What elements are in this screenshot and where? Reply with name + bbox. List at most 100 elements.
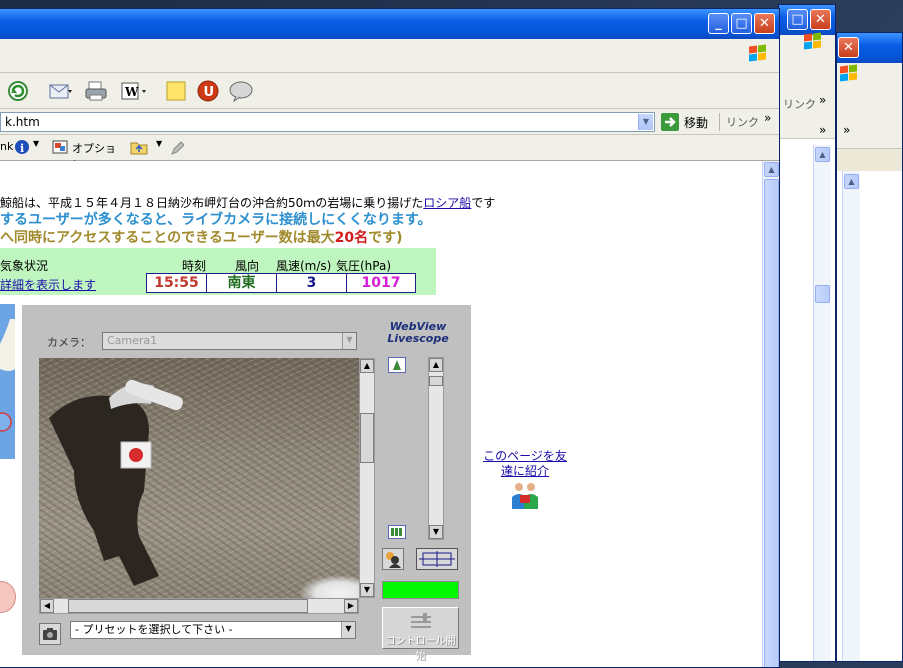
address-input[interactable]: k.htm ▼: [0, 112, 655, 132]
camera-select[interactable]: Camera1 ▼: [102, 332, 357, 350]
scroll-up-button[interactable]: ▲: [844, 174, 859, 189]
toolbar-chevron[interactable]: »: [843, 123, 850, 137]
speed-value: 3: [276, 273, 347, 293]
mail-icon[interactable]: [48, 79, 74, 103]
go-arrow-icon: [661, 113, 679, 131]
share-link-line-1[interactable]: このページを友: [470, 449, 580, 464]
chevron-down-icon: ▼: [156, 139, 163, 148]
scroll-thumb[interactable]: [764, 179, 779, 667]
page-content: 鯨船は、平成１５年４月１８日納沙布岬灯台の沖合約50ｍの岩場に乗り揚げたロシア船…: [0, 161, 762, 667]
windows-logo-icon: [839, 64, 859, 83]
toolbar-chevron[interactable]: »: [819, 123, 826, 137]
svg-text:i: i: [20, 142, 24, 155]
chevron-down-icon[interactable]: ▼: [342, 333, 356, 349]
options-button[interactable]: オプション: [52, 139, 122, 171]
standard-toolbar: W U: [0, 73, 779, 109]
pen-icon[interactable]: [170, 140, 184, 156]
pink-shape: [0, 581, 16, 613]
weather-panel: 気象状況 詳細を表示します 時刻 風向 風速(m/s) 気圧(hPa) 15:5…: [0, 248, 436, 295]
address-bar: k.htm ▼ 移動 リンク »: [0, 109, 779, 135]
zoom-slider[interactable]: ▲ ▼: [428, 357, 444, 540]
go-button[interactable]: 移動: [661, 112, 715, 132]
background-window-1[interactable]: □ ✕ リンク » » ▲: [778, 4, 836, 662]
folder-button[interactable]: ▼: [130, 139, 164, 157]
map-fragment: [0, 304, 15, 459]
zoom-out-icon[interactable]: [388, 525, 406, 539]
go-label: 移動: [684, 116, 709, 130]
close-button[interactable]: ✕: [754, 13, 775, 34]
scroll-thumb[interactable]: [360, 413, 374, 463]
chevron-down-icon[interactable]: ▼: [638, 114, 653, 130]
vertical-scrollbar[interactable]: ▲: [842, 171, 860, 661]
stop-icon[interactable]: U: [196, 79, 222, 103]
zoom-down-button[interactable]: ▼: [429, 525, 443, 539]
info-button[interactable]: i ▼: [14, 139, 42, 157]
notice-line-2: するユーザーが多くなると、ライブカメラに接続しにくくなります。: [0, 212, 432, 228]
address-text: k.htm: [5, 115, 40, 129]
backlight-icon[interactable]: [382, 548, 404, 570]
scroll-down-button[interactable]: ▼: [360, 583, 374, 597]
windows-logo-icon: [748, 44, 768, 63]
camera-icon: [43, 628, 57, 640]
links-chevron[interactable]: »: [764, 111, 771, 125]
vertical-scrollbar[interactable]: ▲: [813, 145, 831, 661]
chevron-down-icon[interactable]: ▼: [341, 622, 355, 638]
notice-line-3: へ同時にアクセスすることのできるユーザー数は最大20名です): [0, 230, 403, 246]
status-indicator: [382, 581, 459, 599]
weather-detail-link[interactable]: 詳細を表示します: [0, 276, 96, 293]
control-icon: [410, 613, 431, 628]
browser-window[interactable]: _ □ ✕ W U k.htm ▼ 移動 リンク » nk i ▼ オプショ ▼…: [0, 8, 780, 668]
scroll-left-button[interactable]: ◀: [40, 599, 54, 613]
refresh-icon[interactable]: [6, 79, 32, 103]
preset-position-icon[interactable]: [416, 548, 458, 570]
camera-vertical-scrollbar[interactable]: ▲ ▼: [359, 358, 375, 598]
title-bar[interactable]: _ □ ✕: [0, 9, 779, 39]
pressure-value: 1017: [346, 273, 416, 293]
snapshot-button[interactable]: [39, 623, 61, 645]
weather-title: 気象状況: [0, 259, 49, 273]
print-icon[interactable]: [84, 79, 110, 103]
edit-icon[interactable]: W: [120, 79, 146, 103]
menu-bar: [0, 39, 779, 73]
zoom-thumb[interactable]: [429, 376, 443, 386]
close-button[interactable]: ✕: [810, 9, 831, 30]
links-toolbar: nk i ▼ オプション ▼: [0, 135, 779, 171]
messenger-icon[interactable]: [228, 79, 254, 103]
share-link-line-2[interactable]: 達に紹介: [470, 464, 580, 479]
background-window-2[interactable]: ✕ » ▲: [836, 32, 903, 662]
webview-logo: WebView Livescope: [387, 320, 449, 345]
scroll-thumb[interactable]: [68, 599, 308, 613]
time-value: 15:55: [146, 273, 207, 293]
maximize-button[interactable]: □: [731, 13, 752, 34]
note-icon[interactable]: [164, 79, 190, 103]
camera-label: カメラ：: [47, 336, 91, 349]
svg-text:W: W: [124, 85, 139, 99]
close-button[interactable]: ✕: [838, 37, 859, 58]
control-start-button[interactable]: コントロール開始: [382, 607, 459, 662]
webview-livescope-panel: カメラ： Camera1 ▼ WebView Livescope ▲ ▼ ◀ ▶…: [22, 305, 471, 662]
vertical-scrollbar[interactable]: ▲: [762, 161, 779, 667]
share-link[interactable]: このページを友 達に紹介: [470, 449, 580, 515]
camera-horizontal-scrollbar[interactable]: ◀ ▶: [39, 598, 359, 614]
scroll-up-button[interactable]: ▲: [815, 147, 830, 162]
minimize-button[interactable]: _: [708, 13, 729, 34]
header-direction: 風向: [235, 259, 260, 273]
maximize-button[interactable]: □: [787, 9, 808, 30]
zoom-in-icon[interactable]: [388, 357, 406, 373]
header-speed: 風速(m/s): [276, 259, 332, 273]
scroll-up-button[interactable]: ▲: [764, 162, 779, 177]
linkbar-left-text: nk: [0, 140, 14, 153]
scroll-up-button[interactable]: ▲: [360, 359, 374, 373]
links-chevron[interactable]: »: [819, 93, 826, 107]
scroll-thumb[interactable]: [815, 285, 830, 303]
links-label[interactable]: リンク: [783, 96, 816, 112]
scroll-right-button[interactable]: ▶: [344, 599, 358, 613]
options-icon: [52, 140, 68, 154]
zoom-up-button[interactable]: ▲: [429, 358, 443, 372]
share-people-icon: [512, 483, 538, 509]
preset-select[interactable]: - プリセットを選択して下さい - ▼: [70, 621, 356, 639]
direction-value: 南東: [206, 273, 277, 293]
russian-ship-link[interactable]: ロシア船: [423, 196, 471, 210]
camera-view[interactable]: [39, 358, 359, 598]
links-label[interactable]: リンク: [726, 114, 759, 130]
